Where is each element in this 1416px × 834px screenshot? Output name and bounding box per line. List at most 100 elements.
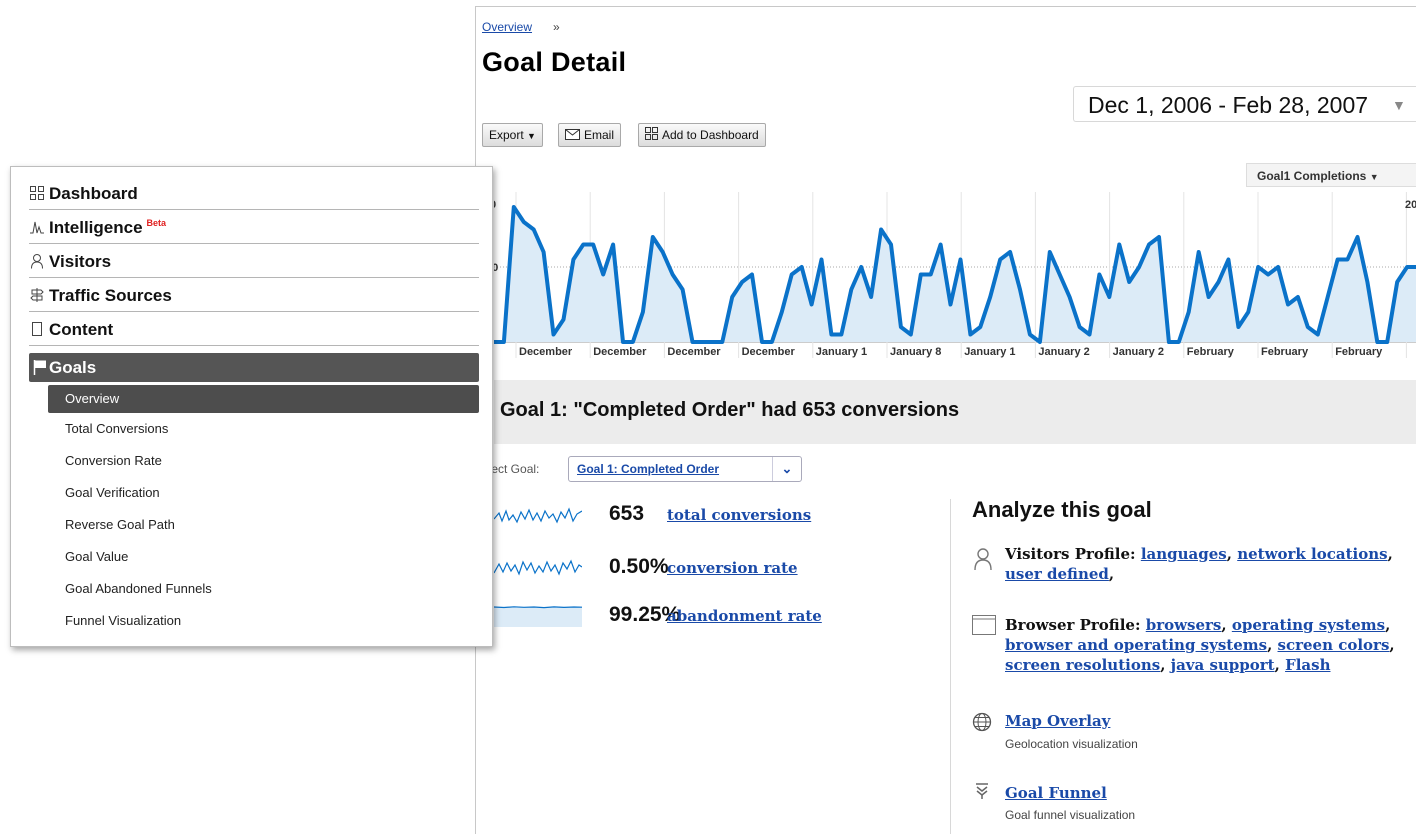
sidebar-subitem-label: Overview: [65, 391, 120, 406]
breadcrumb-separator: »: [553, 20, 560, 34]
sidebar-subitem-funnel-visualization[interactable]: Funnel Visualization: [65, 613, 181, 628]
network-locations-link[interactable]: network locations: [1237, 545, 1387, 563]
visitors-person-icon: [972, 547, 994, 576]
conversion-rate-sparkline: [494, 559, 582, 576]
sidebar-subitem-goal-abandoned-funnels[interactable]: Goal Abandoned Funnels: [65, 581, 212, 596]
x-tick-label: January 2: [1038, 346, 1089, 358]
x-tick-label: January 2: [1113, 346, 1164, 358]
browser-and-os-link[interactable]: browser and operating systems: [1005, 636, 1267, 654]
sidebar-item-label: Dashboard: [49, 184, 138, 203]
visitors-profile-prefix: Visitors Profile:: [1005, 545, 1136, 563]
map-overlay-desc: Geolocation visualization: [1005, 737, 1138, 751]
sidebar-item-content[interactable]: Content: [29, 313, 479, 346]
x-tick-label: December: [742, 346, 796, 358]
sidebar-item-label: Intelligence Beta: [49, 218, 166, 238]
select-goal-dropdown[interactable]: Goal 1: Completed Order ⌄: [568, 456, 802, 482]
sidebar-item-label: Traffic Sources: [49, 286, 172, 305]
sidebar-item-text: Intelligence: [49, 218, 143, 237]
envelope-icon: [565, 125, 580, 147]
chevron-down-icon: ▼: [1369, 172, 1379, 182]
sidebar-item-label: Goals: [49, 358, 97, 377]
sidebar-item-label: Content: [49, 320, 114, 339]
chevron-down-icon: ▼: [1392, 97, 1406, 113]
total-conversions-value: 653: [609, 502, 645, 525]
browsers-link[interactable]: browsers: [1146, 616, 1222, 634]
sidebar-subitem-goal-verification[interactable]: Goal Verification: [65, 485, 160, 500]
signpost-icon: [29, 287, 45, 303]
conversions-sparkline: [494, 507, 582, 524]
x-tick-label: December: [519, 346, 573, 358]
email-label: Email: [584, 128, 615, 142]
headline-bar: Goal 1: "Completed Order" had 653 conver…: [494, 380, 1416, 444]
conversion-rate-link[interactable]: conversion rate: [667, 559, 798, 577]
languages-link[interactable]: languages: [1141, 545, 1227, 563]
goal-headline: Goal 1: "Completed Order" had 653 conver…: [500, 399, 960, 421]
visitors-profile: Visitors Profile: languages, network loc…: [1005, 545, 1393, 583]
globe-icon: [972, 712, 992, 737]
page-icon: [29, 321, 45, 337]
sidebar-item-traffic-sources[interactable]: Traffic Sources: [29, 279, 479, 312]
email-button[interactable]: Email: [558, 123, 622, 147]
grid-icon: [29, 185, 45, 201]
export-label: Export: [489, 128, 524, 142]
x-tick-label: February: [1187, 346, 1235, 358]
sidebar-nav: Dashboard Intelligence Beta Visitors Traf…: [10, 166, 493, 647]
abandonment-rate-link[interactable]: abandonment rate: [667, 607, 822, 625]
sidebar-subitem-overview[interactable]: Overview: [48, 385, 479, 413]
sidebar-subitem-total-conversions[interactable]: Total Conversions: [65, 421, 168, 436]
date-range-label: Dec 1, 2006 - Feb 28, 2007: [1088, 92, 1369, 118]
map-overlay-link[interactable]: Map Overlay: [1005, 711, 1110, 731]
goal-completions-chart: December December December December January …: [494, 192, 1416, 358]
beta-badge: Beta: [146, 218, 167, 229]
java-support-link[interactable]: java support: [1171, 656, 1275, 674]
analyze-title: Analyze this goal: [972, 497, 1152, 522]
main-panel: Overview » Goal Detail Dec 1, 2006 - Feb…: [475, 6, 1416, 834]
goal-funnel-link[interactable]: Goal Funnel: [1005, 783, 1107, 803]
add-to-dashboard-label: Add to Dashboard: [662, 128, 759, 142]
sidebar-item-visitors[interactable]: Visitors: [29, 245, 479, 278]
x-tick-label: January 1: [816, 346, 867, 358]
sidebar-subitem-reverse-goal-path[interactable]: Reverse Goal Path: [65, 517, 175, 532]
x-tick-label: February: [1261, 346, 1309, 358]
sidebar-item-label: Visitors: [49, 252, 112, 271]
x-tick-label: December: [593, 346, 647, 358]
screen-resolutions-link[interactable]: screen resolutions: [1005, 656, 1160, 674]
abandonment-rate-sparkline: [494, 606, 582, 627]
screen-colors-link[interactable]: screen colors: [1278, 636, 1390, 654]
select-goal-value: Goal 1: Completed Order: [577, 462, 720, 476]
person-icon: [29, 253, 45, 269]
x-tick-label: January 1: [964, 346, 1015, 358]
user-defined-link[interactable]: user defined: [1005, 565, 1109, 583]
export-button[interactable]: Export ▼: [482, 123, 543, 147]
column-divider: [950, 499, 951, 834]
y-tick-label: 10: [494, 262, 498, 274]
browser-profile: Browser Profile: browsers, operating sys…: [1005, 616, 1395, 674]
operating-systems-link[interactable]: operating systems: [1232, 616, 1385, 634]
breadcrumb-overview-link[interactable]: Overview: [482, 20, 532, 34]
page-title: Goal Detail: [482, 47, 627, 77]
sidebar-item-intelligence[interactable]: Intelligence Beta: [29, 211, 479, 244]
x-tick-label: January 8: [890, 346, 941, 358]
sidebar-item-dashboard[interactable]: Dashboard: [29, 177, 479, 210]
goal-funnel-desc: Goal funnel visualization: [1005, 808, 1136, 822]
add-to-dashboard-button[interactable]: Add to Dashboard: [638, 123, 766, 147]
dashboard-grid-icon: [645, 125, 658, 147]
conversion-rate-value: 0.50%: [609, 555, 669, 578]
double-chevron-icon: ⌄: [772, 457, 801, 481]
sidebar-subitem-conversion-rate[interactable]: Conversion Rate: [65, 453, 162, 468]
series-area: [494, 207, 1416, 342]
x-tick-label: December: [667, 346, 721, 358]
funnel-icon: [975, 782, 989, 805]
metric-selector-label: Goal1 Completions: [1257, 169, 1367, 183]
sidebar-subitem-goal-value[interactable]: Goal Value: [65, 549, 128, 564]
browser-window-icon: [972, 615, 996, 640]
date-range-picker[interactable]: Dec 1, 2006 - Feb 28, 2007 ▼: [1073, 86, 1416, 122]
flash-link[interactable]: Flash: [1285, 656, 1330, 674]
flag-icon: [33, 359, 47, 380]
y-tick-label: 0: [494, 199, 496, 211]
sidebar-item-goals[interactable]: Goals: [29, 353, 479, 382]
browser-profile-prefix: Browser Profile:: [1005, 616, 1141, 634]
total-conversions-link[interactable]: total conversions: [667, 506, 811, 524]
dropdown-arrow-icon: ▼: [527, 131, 536, 141]
y-tick-label: 20: [1405, 199, 1416, 211]
